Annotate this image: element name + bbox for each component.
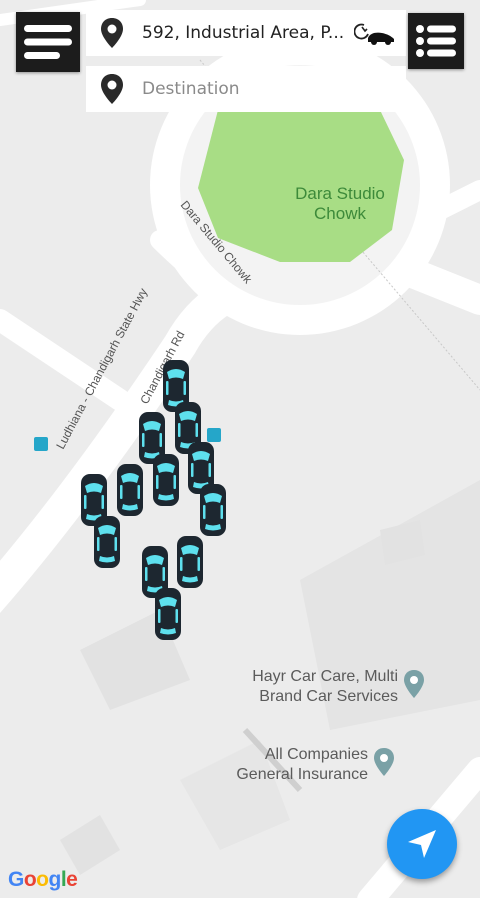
poi-label-line2: Brand Car Services (259, 688, 398, 705)
location-pin-icon (101, 74, 123, 104)
poi-label-line2: General Insurance (236, 766, 368, 783)
landmark-label-line2: Chowk (314, 204, 366, 223)
poi-label-line1: All Companies (264, 746, 368, 763)
google-logo: Google (8, 868, 78, 891)
landmark-label: Dara Studio Chowk (270, 184, 410, 224)
poi-hayr-car-care[interactable]: Hayr Car Care, Multi Brand Car Services (210, 667, 398, 707)
place-pin-icon[interactable] (403, 669, 425, 699)
vehicle-marker[interactable] (177, 536, 203, 588)
landmark-label-line1: Dara Studio (295, 184, 385, 203)
list-menu-icon (416, 25, 456, 57)
vehicle-marker[interactable] (117, 464, 143, 516)
poi-all-companies-insurance[interactable]: All Companies General Insurance (200, 745, 368, 785)
destination-input: Destination (142, 79, 240, 99)
poi-label-line1: Hayr Car Care, Multi (252, 668, 398, 685)
my-location-button[interactable] (387, 809, 457, 879)
destination-field[interactable]: Destination (86, 66, 406, 112)
place-pin-icon[interactable] (373, 747, 395, 777)
navigation-arrow-icon (408, 830, 436, 858)
vehicle-marker[interactable] (200, 484, 226, 536)
hamburger-menu-icon (24, 25, 72, 59)
pickup-address: 592, Industrial Area, P... (142, 23, 345, 43)
vehicle-marker[interactable] (94, 516, 120, 568)
bus-stop-icon (207, 428, 221, 442)
vehicle-marker[interactable] (153, 454, 179, 506)
bus-stop-icon (34, 437, 48, 451)
menu-button[interactable] (16, 12, 80, 72)
list-menu-button[interactable] (408, 13, 464, 69)
vehicle-marker[interactable] (155, 588, 181, 640)
location-pin-icon (101, 18, 123, 48)
car-timer-icon[interactable] (354, 20, 396, 48)
